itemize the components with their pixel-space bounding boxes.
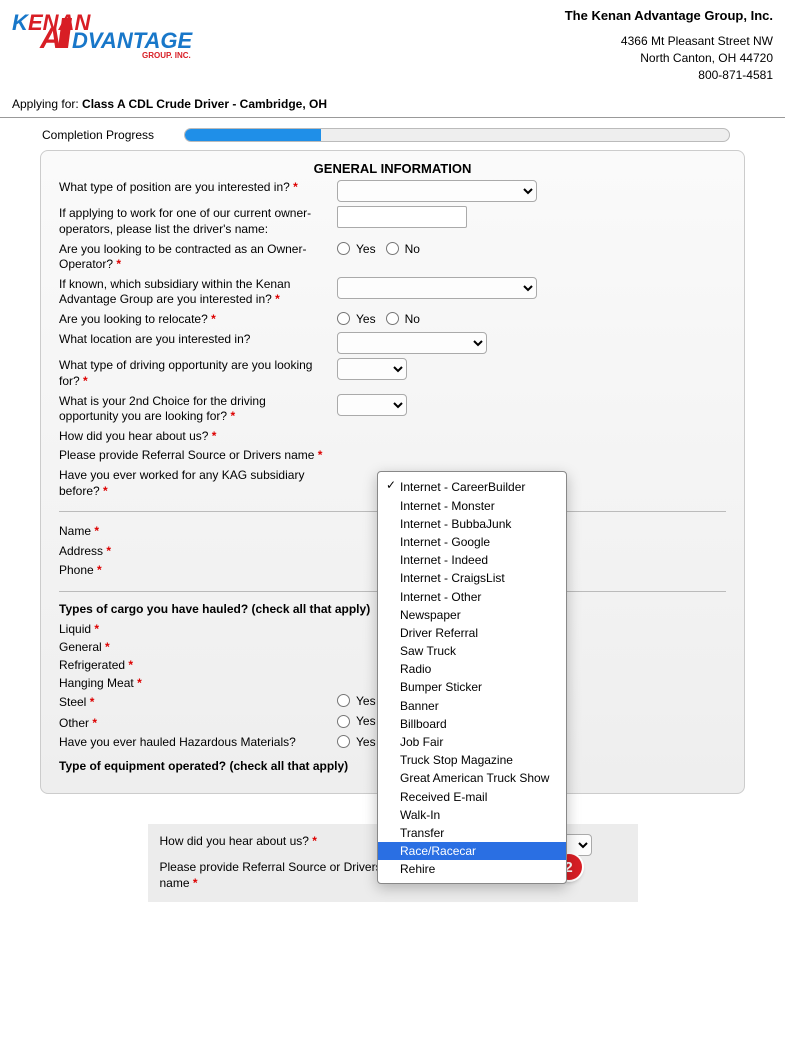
ec-phone-label: Phone: [59, 563, 94, 577]
dropdown-option[interactable]: Internet - BubbaJunk: [378, 515, 566, 533]
subsidiary-select[interactable]: [337, 277, 537, 299]
q-position-label: What type of position are you interested…: [59, 180, 290, 194]
cargo-steel-label: Steel: [59, 695, 86, 709]
dropdown-option[interactable]: Bumper Sticker: [378, 678, 566, 696]
cargo-general-label: General: [59, 640, 102, 654]
dropdown-option[interactable]: Driver Referral: [378, 624, 566, 642]
company-info: The Kenan Advantage Group, Inc. 4366 Mt …: [565, 8, 773, 83]
dropdown-option[interactable]: Internet - Monster: [378, 497, 566, 515]
dropdown-option[interactable]: Radio: [378, 660, 566, 678]
dropdown-option[interactable]: Internet - CareerBuilder: [378, 478, 566, 496]
address-line1: 4366 Mt Pleasant Street NW: [565, 33, 773, 50]
ec-address-label: Address: [59, 544, 103, 558]
dropdown-option[interactable]: Transfer: [378, 824, 566, 842]
company-logo: K ENAN A DVANTAGE GROUP, INC.: [12, 8, 222, 58]
location-select[interactable]: [337, 332, 487, 354]
q-worked-kag-label: Have you ever worked for any KAG subsidi…: [59, 468, 304, 498]
dropdown-option[interactable]: Saw Truck: [378, 642, 566, 660]
dropdown-option[interactable]: Internet - Google: [378, 533, 566, 551]
dropdown-option[interactable]: Internet - CraigsList: [378, 569, 566, 587]
q-hear-about-label: How did you hear about us?: [59, 429, 208, 443]
q-hazmat-label: Have you ever hauled Hazardous Materials…: [59, 735, 296, 749]
section-general-title: GENERAL INFORMATION: [41, 159, 744, 178]
ec-name-label: Name: [59, 524, 91, 538]
svg-text:A: A: [39, 22, 62, 55]
dropdown-option[interactable]: [378, 476, 566, 478]
snippet-q9-label: How did you hear about us?: [160, 834, 309, 848]
page-header: K ENAN A DVANTAGE GROUP, INC. The Kenan …: [0, 0, 785, 118]
position-select[interactable]: [337, 180, 537, 202]
contracted-yes-radio[interactable]: [337, 242, 350, 255]
progress-row: Completion Progress: [0, 118, 785, 146]
cargo-heading: Types of cargo you have hauled? (check a…: [59, 602, 370, 616]
dropdown-option[interactable]: Walk-In: [378, 806, 566, 824]
relocate-no-radio[interactable]: [386, 312, 399, 325]
company-name: The Kenan Advantage Group, Inc.: [565, 8, 773, 23]
cargo-liquid-label: Liquid: [59, 622, 91, 636]
relocate-yes-radio[interactable]: [337, 312, 350, 325]
q-location-label: What location are you interested in?: [59, 332, 250, 346]
contracted-no-radio[interactable]: [386, 242, 399, 255]
hear-about-dropdown-list[interactable]: Internet - CareerBuilderInternet - Monst…: [377, 471, 567, 883]
dropdown-option[interactable]: Received E-mail: [378, 788, 566, 806]
equipment-heading: Type of equipment operated? (check all t…: [59, 759, 348, 773]
dropdown-option[interactable]: Race/Racecar: [378, 842, 566, 860]
cargo-refrigerated-label: Refrigerated: [59, 658, 125, 672]
q-contracted-label: Are you looking to be contracted as an O…: [59, 242, 306, 272]
cargo-hanging-label: Hanging Meat: [59, 676, 134, 690]
applying-for: Applying for: Class A CDL Crude Driver -…: [12, 97, 773, 111]
form-panel: GENERAL INFORMATION What type of positio…: [40, 150, 745, 794]
hazmat-yes-radio[interactable]: [337, 735, 350, 748]
q-driving-opportunity-label: What type of driving opportunity are you…: [59, 358, 312, 388]
other-yes-radio[interactable]: [337, 715, 350, 728]
dropdown-option[interactable]: Rehire: [378, 860, 566, 878]
progress-label: Completion Progress: [42, 128, 154, 142]
dropdown-option[interactable]: Job Fair: [378, 733, 566, 751]
driving-opportunity-select[interactable]: [337, 358, 407, 380]
dropdown-option[interactable]: Truck Stop Magazine: [378, 751, 566, 769]
q-referral-label: Please provide Referral Source or Driver…: [59, 448, 314, 462]
cargo-other-label: Other: [59, 716, 89, 730]
dropdown-option[interactable]: Internet - Other: [378, 588, 566, 606]
dropdown-option[interactable]: Internet - Indeed: [378, 551, 566, 569]
phone: 800-871-4581: [565, 67, 773, 84]
steel-yes-radio[interactable]: [337, 694, 350, 707]
svg-text:GROUP, INC.: GROUP, INC.: [142, 51, 191, 58]
q-relocate-label: Are you looking to relocate?: [59, 312, 208, 326]
dropdown-option[interactable]: Billboard: [378, 715, 566, 733]
dropdown-option[interactable]: Great American Truck Show: [378, 769, 566, 787]
q-owner-op-name-label: If applying to work for one of our curre…: [59, 206, 311, 236]
dropdown-option[interactable]: Newspaper: [378, 606, 566, 624]
progress-bar: [184, 128, 730, 142]
dropdown-option[interactable]: Banner: [378, 697, 566, 715]
q-subsidiary-label: If known, which subsidiary within the Ke…: [59, 277, 290, 307]
second-choice-select[interactable]: [337, 394, 407, 416]
svg-text:DVANTAGE: DVANTAGE: [72, 28, 194, 53]
owner-op-name-input[interactable]: [337, 206, 467, 228]
address-line2: North Canton, OH 44720: [565, 50, 773, 67]
